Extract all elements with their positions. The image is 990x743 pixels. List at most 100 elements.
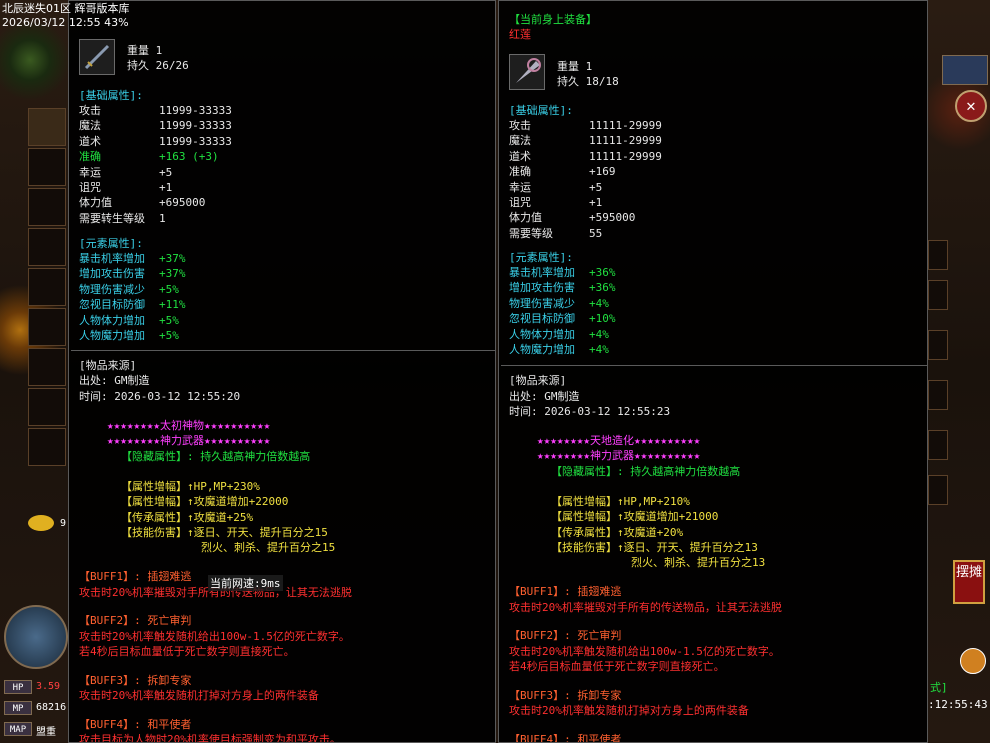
right-slot-5[interactable]	[928, 430, 948, 460]
buff-desc: 攻击目标为人物时20%机率使目标强制变为和平攻击。	[79, 733, 341, 743]
close-icon[interactable]: ✕	[955, 90, 987, 122]
buff-desc: 攻击时20%机率触发随机给出100w-1.5亿的死亡数字。	[509, 644, 780, 658]
stat-label: 体力值	[79, 196, 112, 210]
map-label: MAP	[4, 722, 32, 736]
durability-label: 持久	[127, 59, 149, 72]
stat-label: 魔法	[79, 119, 101, 133]
skill-orb[interactable]	[4, 605, 68, 669]
stat-value: 55	[589, 226, 603, 240]
element-value: +37%	[159, 252, 186, 265]
gold-value: 9	[60, 518, 67, 529]
datetime: 2026/03/12 12:55 43%	[2, 16, 129, 29]
durability-value: 18/18	[585, 75, 619, 88]
title-line-1: ★★★★★★★★天地造化★★★★★★★★★★	[537, 434, 701, 447]
stall-button-label: 摆摊	[955, 565, 982, 580]
quick-slot-1[interactable]	[28, 108, 66, 146]
element-value: +11%	[159, 298, 186, 312]
source-header: [物品来源]	[509, 374, 567, 387]
durability-row: 持久 26/26	[127, 58, 189, 73]
stat-value: +163 (+3)	[159, 150, 219, 164]
sword-icon	[79, 39, 115, 75]
bonus-line: 【属性增幅】↑攻魔道增加+21000	[551, 510, 719, 524]
stat-value: 11111-29999	[589, 149, 662, 163]
stat-label: 攻击	[509, 119, 531, 132]
element-label: 人物魔力增加	[509, 343, 575, 356]
basic-header: [基础属性]:	[509, 104, 573, 117]
title-line-1: ★★★★★★★★太初神物★★★★★★★★★★	[107, 419, 271, 432]
buff-title: 【BUFF1】: 插翅难逃	[509, 585, 622, 598]
server-name: 北辰迷失01区 辉哥版本库	[2, 2, 130, 15]
buff-desc: 攻击时20%机率摧毁对手所有的传送物品，让其无法逃脱	[509, 600, 782, 614]
stat-value: +1	[589, 196, 603, 209]
bonus-line: 【技能伤害】↑逐日、开天、提升百分之15	[121, 525, 328, 539]
quick-slot-7[interactable]	[28, 348, 66, 386]
quick-slot-5[interactable]	[28, 268, 66, 306]
divider	[501, 365, 927, 366]
right-slot-6[interactable]	[928, 475, 948, 505]
bonus-line: 【技能伤害】↑逐日、开天、提升百分之13	[551, 540, 758, 554]
buff-title: 【BUFF1】: 插翅难逃	[79, 570, 192, 583]
stat-value: 11111-29999	[589, 134, 662, 148]
right-slot-1[interactable]	[928, 240, 948, 270]
quick-slot-9[interactable]	[28, 428, 66, 466]
quick-slot-8[interactable]	[28, 388, 66, 426]
stat-label: 道术	[79, 134, 101, 148]
buff-desc: 若4秒后目标血量低于死亡数字则直接死亡。	[509, 660, 725, 673]
clock: :12:55:43	[928, 698, 988, 711]
hidden-attr: 【隐藏属性】: 持久越高神力倍数越高	[121, 450, 311, 463]
stat-value: +5	[159, 165, 173, 179]
bonus-cont: 烈火、刺杀、提升百分之15	[201, 541, 336, 554]
bonus-line: 【传承属性】↑攻魔道+25%	[121, 510, 254, 524]
quick-slot-2[interactable]	[28, 148, 66, 186]
right-slot-4[interactable]	[928, 380, 948, 410]
mp-value: 68216	[36, 702, 67, 713]
element-value: +5%	[159, 282, 179, 296]
buff-title: 【BUFF3】: 拆卸专家	[509, 688, 622, 702]
bonus-cont: 烈火、刺杀、提升百分之13	[631, 556, 766, 569]
buff-desc: 攻击时20%机率触发随机给出100w-1.5亿的死亡数字。	[79, 629, 350, 643]
divider	[71, 350, 495, 351]
basic-header: [基础属性]:	[79, 89, 143, 102]
right-side-text: 式]	[930, 681, 948, 694]
element-label: 物理伤害减少	[509, 296, 575, 310]
bonus-line: 【传承属性】↑攻魔道+20%	[551, 525, 684, 539]
element-label: 人物体力增加	[509, 327, 575, 341]
right-orb-icon[interactable]	[960, 648, 986, 674]
element-value: +37%	[159, 267, 186, 281]
element-label: 人物魔力增加	[79, 329, 145, 342]
stat-label: 需要等级	[509, 226, 553, 240]
durability-label: 持久	[557, 75, 579, 88]
quick-slot-6[interactable]	[28, 308, 66, 346]
element-label: 暴击机率增加	[79, 252, 145, 265]
title-line-2: ★★★★★★★★神力武器★★★★★★★★★★	[537, 449, 701, 462]
quick-slot-4[interactable]	[28, 228, 66, 266]
element-value: +5%	[159, 313, 179, 327]
buff-title: 【BUFF3】: 拆卸专家	[79, 673, 192, 687]
fan-weapon-icon	[509, 54, 545, 90]
source-origin: 出处: GM制造	[79, 374, 150, 387]
element-value: +4%	[589, 296, 609, 310]
bag-icon[interactable]	[942, 55, 988, 85]
item-tooltip-right: 【当前身上装备】 红莲 重量 1 持久 18/18 [基础属性]: 攻击 1111…	[498, 0, 928, 743]
stat-value: 11111-29999	[589, 119, 662, 132]
hp-value: 3.59	[36, 681, 61, 692]
weight-label: 重量	[557, 60, 579, 73]
quick-slot-3[interactable]	[28, 188, 66, 226]
stat-value: +695000	[159, 196, 206, 210]
source-header: [物品来源]	[79, 359, 137, 372]
stall-button[interactable]: 摆摊	[953, 560, 985, 604]
stat-value: 11999-33333	[159, 104, 232, 117]
stat-value: +1	[159, 181, 173, 194]
network-ping: 当前网速:9ms	[208, 575, 283, 591]
item-tooltip-left: 重量 1 持久 26/26 [基础属性]: 攻击 11999-33333 魔法 119…	[68, 0, 496, 743]
element-value: +4%	[589, 343, 609, 356]
durability-value: 26/26	[155, 59, 189, 72]
right-slot-2[interactable]	[928, 280, 948, 310]
source-time: 时间: 2026-03-12 12:55:20	[79, 390, 241, 403]
right-slot-3[interactable]	[928, 330, 948, 360]
buff-desc: 若4秒后目标血量低于死亡数字则直接死亡。	[79, 645, 295, 658]
stat-label: 道术	[509, 149, 531, 163]
buff-desc: 攻击时20%机率触发随机打掉对方身上的两件装备	[509, 704, 749, 717]
weight-row: 重量 1	[127, 43, 162, 58]
element-label: 物理伤害减少	[79, 282, 145, 296]
